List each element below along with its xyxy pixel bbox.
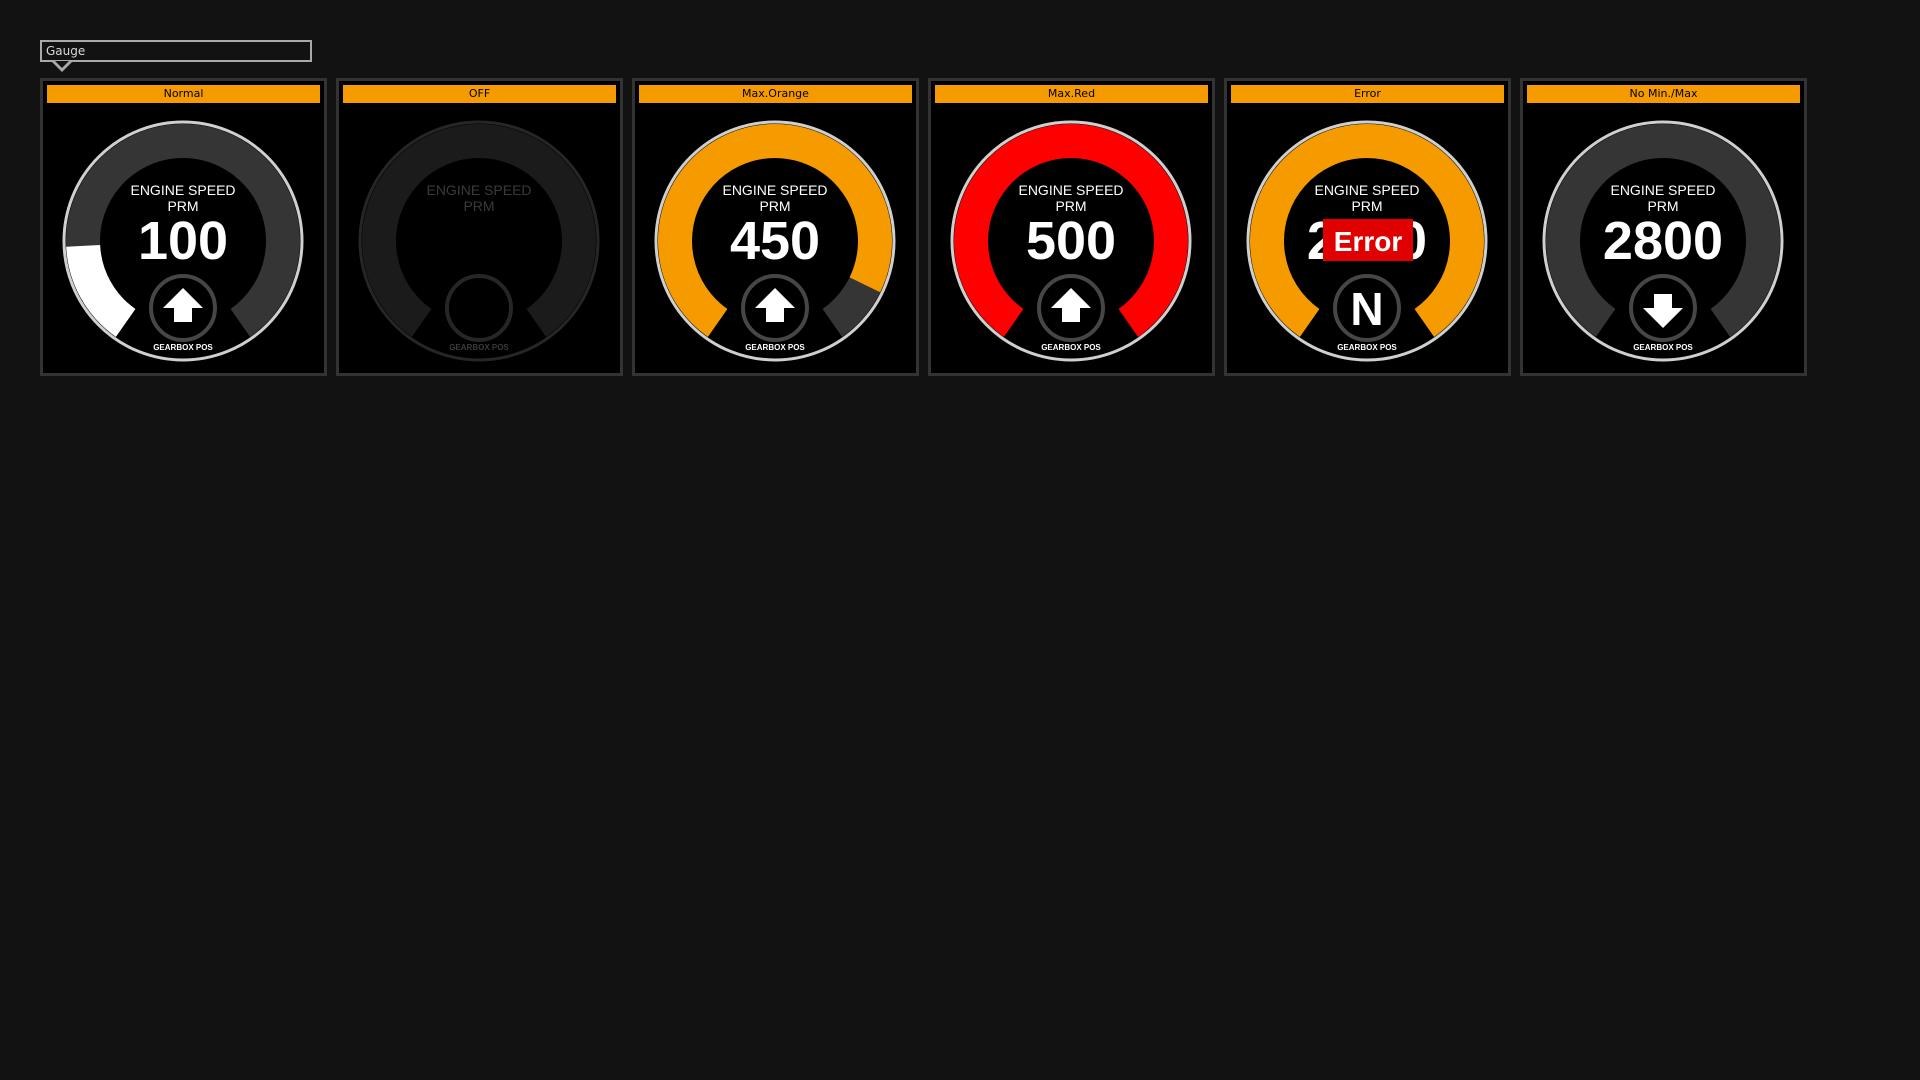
- group-label-text: Gauge: [46, 44, 86, 58]
- gauge-title: ENGINE SPEED: [130, 182, 235, 198]
- gearbox-label: GEARBOX POS: [745, 343, 805, 352]
- gearbox-label: GEARBOX POS: [1041, 343, 1101, 352]
- gauge-panel[interactable]: OFF ENGINE SPEED PRM GEARBOX POS: [336, 78, 623, 376]
- gauge-dial: ENGINE SPEEDPRM500GEARBOX POS: [950, 120, 1192, 362]
- gauge-value: 100: [138, 211, 228, 271]
- gauge-dial: ENGINE SPEEDPRM450GEARBOX POS: [654, 120, 896, 362]
- gauge-panel[interactable]: ErrorENGINE SPEEDPRM2800ErrorNGEARBOX PO…: [1224, 78, 1511, 376]
- gauge-panel[interactable]: Max.Red ENGINE SPEED PRM 500 GEARBOX POS: [928, 78, 1215, 376]
- gauge-panel[interactable]: Normal ENGINE SPEED PRM 100 GEARBOX POS: [40, 78, 327, 376]
- error-text: Error: [1334, 226, 1403, 257]
- gauge-unit: PRM: [463, 198, 494, 214]
- gearbox-label: GEARBOX POS: [153, 343, 213, 352]
- gauge-panel[interactable]: Max.Orange ENGINE SPEED PRM 450 GEARBOX POS: [632, 78, 919, 376]
- gear-indicator: [445, 274, 513, 342]
- gauge-title: ENGINE SPEED: [722, 182, 827, 198]
- gauge-panel[interactable]: No Min./Max ENGINE SPEED PRM 2800 GEARBOX PO…: [1520, 78, 1807, 376]
- gauge-dial: ENGINE SPEEDPRM100GEARBOX POS: [62, 120, 304, 362]
- gauge-title: ENGINE SPEED: [1314, 182, 1419, 198]
- gearbox-label: GEARBOX POS: [449, 343, 509, 352]
- gearbox-label: GEARBOX POS: [1633, 343, 1693, 352]
- gauge-group-label: Gauge: [40, 40, 312, 72]
- gauge-dial: ENGINE SPEEDPRM GEARBOX POS: [358, 120, 600, 362]
- gear-letter: N: [1350, 283, 1383, 335]
- gauge-value: 500: [1026, 211, 1116, 271]
- gauge-fill: [66, 244, 136, 337]
- gauge-value: 450: [730, 211, 820, 271]
- gauge-title: ENGINE SPEED: [1018, 182, 1123, 198]
- gauge-dial: ENGINE SPEEDPRM2800ErrorNGEARBOX POS: [1246, 120, 1488, 362]
- gauge-dial: ENGINE SPEEDPRM2800GEARBOX POS: [1542, 120, 1784, 362]
- gauge-title: ENGINE SPEED: [1610, 182, 1715, 198]
- gauge-value: 2800: [1603, 211, 1723, 271]
- gearbox-label: GEARBOX POS: [1337, 343, 1397, 352]
- gauge-title: ENGINE SPEED: [426, 182, 531, 198]
